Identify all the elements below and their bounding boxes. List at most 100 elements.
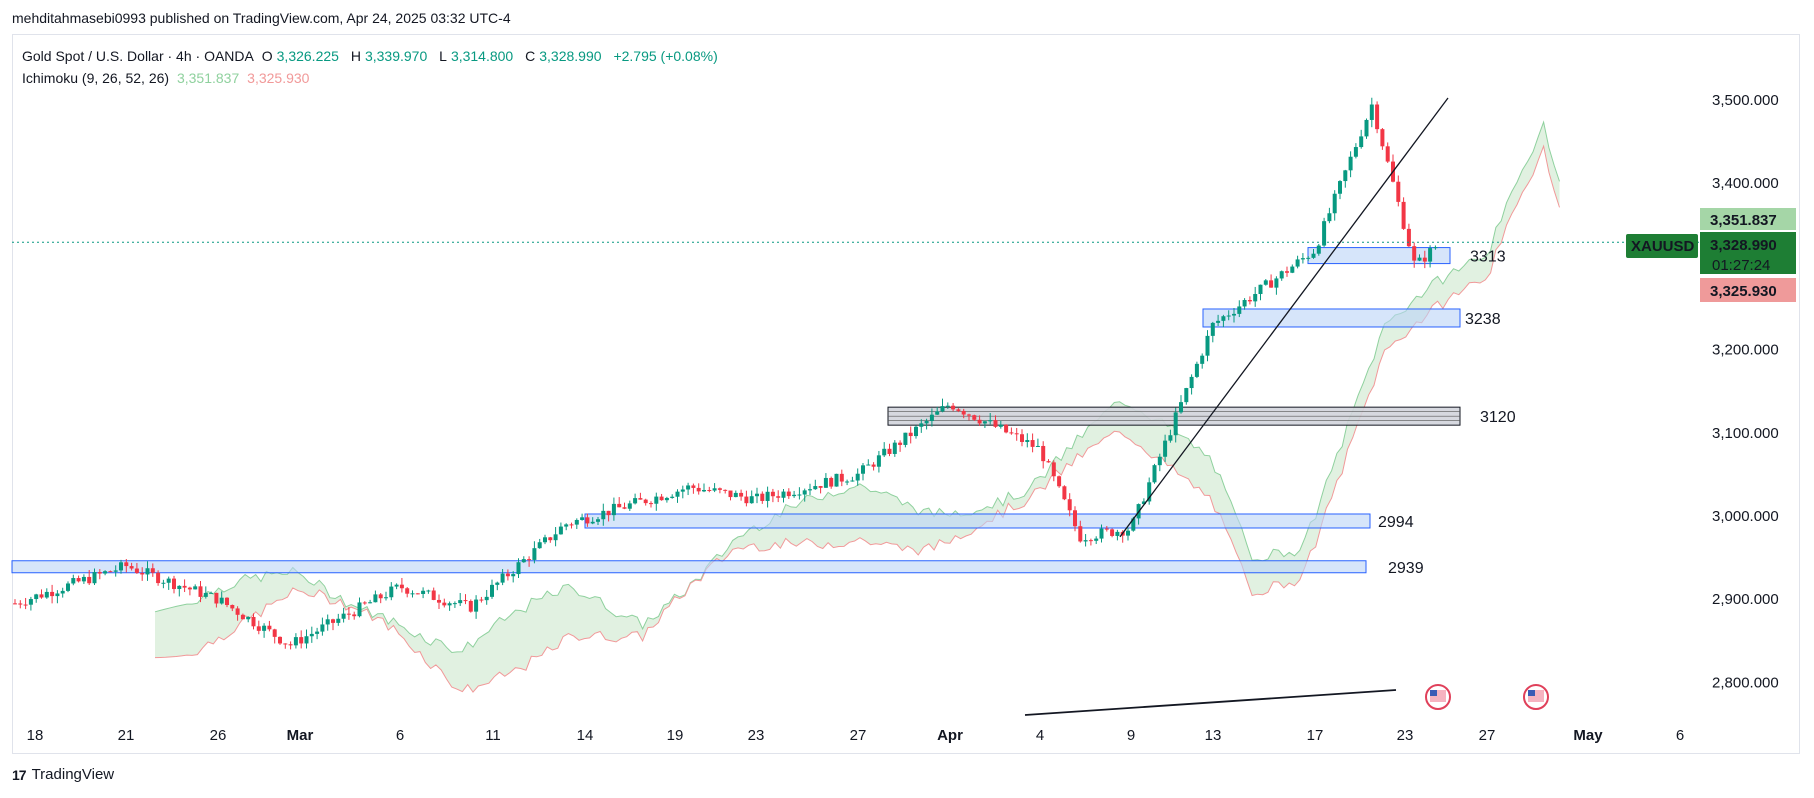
candle-body: [813, 486, 818, 490]
candle-body: [129, 566, 134, 569]
candle-body: [829, 477, 834, 487]
candle-body: [1014, 433, 1019, 435]
candle-body: [214, 592, 219, 604]
candle-body: [267, 625, 272, 630]
ichimoku-a-tag-text: 3,351.837: [1710, 212, 1777, 229]
us-flag-canton-icon: [1528, 690, 1535, 696]
zone-2994: [584, 513, 1371, 529]
candle-body: [892, 442, 897, 454]
candle-body: [442, 602, 447, 606]
price-tick: 2,900.000: [1712, 591, 1779, 608]
candle-body: [633, 498, 638, 504]
candle-body: [967, 414, 971, 416]
candle-body: [431, 590, 436, 600]
candle-body: [150, 568, 155, 573]
price-tick: 2,800.000: [1712, 674, 1779, 691]
candle-body: [50, 591, 55, 597]
candle-body: [1051, 462, 1056, 477]
candle-body: [246, 616, 251, 620]
candle-body: [1316, 245, 1321, 254]
time-tick: Apr: [937, 727, 963, 744]
candle-body: [447, 603, 452, 606]
open-label: O 3,326.225: [261, 48, 339, 64]
candle-body: [458, 600, 463, 604]
candle-body: [140, 572, 145, 575]
candle-body: [28, 599, 33, 605]
candle-body: [352, 614, 357, 617]
candle-body: [278, 636, 282, 644]
time-tick: 18: [27, 727, 44, 744]
candle-body: [124, 562, 129, 567]
brand-name: TradingView: [31, 766, 115, 783]
candle-body: [988, 420, 993, 422]
candle-body: [1369, 104, 1374, 120]
candle-body: [696, 487, 701, 492]
candle-body: [1428, 248, 1433, 262]
candle-body: [903, 432, 908, 445]
time-tick: 23: [748, 727, 765, 744]
indicator-value-b: 3,325.930: [247, 70, 310, 86]
candle-body: [177, 585, 182, 590]
candle-body: [951, 405, 956, 410]
symbol-name[interactable]: Gold Spot / U.S. Dollar · 4h · OANDA: [22, 48, 254, 64]
candle-body: [225, 597, 229, 605]
candle-body: [468, 600, 473, 612]
candle-body: [134, 568, 139, 573]
candle-body: [1375, 104, 1380, 130]
candle-body: [850, 480, 855, 482]
candle-body: [553, 534, 558, 541]
candle-body: [855, 473, 860, 481]
candle-body: [293, 637, 298, 646]
price-tick: 3,400.000: [1712, 175, 1779, 192]
candle-body: [410, 593, 415, 595]
tradingview-footer: 17 TradingView: [12, 766, 114, 783]
candle-body: [421, 590, 426, 594]
price-chart[interactable]: 3313 3238 3120 2994 2939 3,500.000 3,400.000 3,…: [0, 0, 1814, 798]
candle-body: [161, 582, 166, 584]
candle-body: [929, 414, 934, 421]
candle-body: [1179, 402, 1183, 413]
candle-body: [219, 597, 224, 604]
candle-body: [1242, 300, 1247, 307]
candle-body: [1110, 529, 1115, 536]
indicator-name[interactable]: Ichimoku (9, 26, 52, 26): [22, 70, 169, 86]
candle-body: [452, 603, 457, 605]
candle-body: [1263, 280, 1268, 285]
time-tick: 26: [210, 727, 227, 744]
candle-body: [627, 503, 632, 509]
candle-body: [776, 496, 781, 498]
candle-body: [1078, 526, 1083, 542]
candle-body: [643, 499, 648, 504]
candle-body: [845, 481, 850, 483]
candle-body: [723, 489, 728, 491]
candle-body: [611, 503, 616, 516]
candle-body: [235, 608, 240, 615]
candle-body: [876, 455, 881, 467]
low-label: L 3,314.800: [439, 48, 514, 64]
candle-body: [993, 420, 998, 427]
chart-legend: Gold Spot / U.S. Dollar · 4h · OANDA O 3,…: [22, 45, 722, 89]
candle-body: [103, 571, 108, 574]
candle-body: [823, 477, 828, 488]
candle-body: [543, 537, 547, 543]
time-tick: 21: [118, 727, 135, 744]
candle-body: [1189, 376, 1194, 389]
candle-body: [108, 571, 113, 573]
candle-body: [834, 473, 839, 487]
candle-body: [463, 600, 468, 602]
candle-body: [368, 602, 373, 604]
time-tick: 14: [577, 727, 594, 744]
candle-body: [1237, 306, 1242, 314]
candle-body: [71, 578, 76, 584]
candle-body: [691, 485, 696, 488]
candle-body: [717, 488, 722, 490]
candle-body: [977, 419, 982, 424]
candle-body: [1232, 313, 1236, 316]
candle-body: [675, 491, 680, 497]
candle-body: [1020, 434, 1024, 442]
candle-body: [1422, 257, 1427, 262]
time-tick: 9: [1127, 727, 1135, 744]
zone-label-2994: 2994: [1378, 514, 1414, 531]
time-tick: 27: [1479, 727, 1496, 744]
zone-label-3238: 3238: [1465, 311, 1501, 328]
